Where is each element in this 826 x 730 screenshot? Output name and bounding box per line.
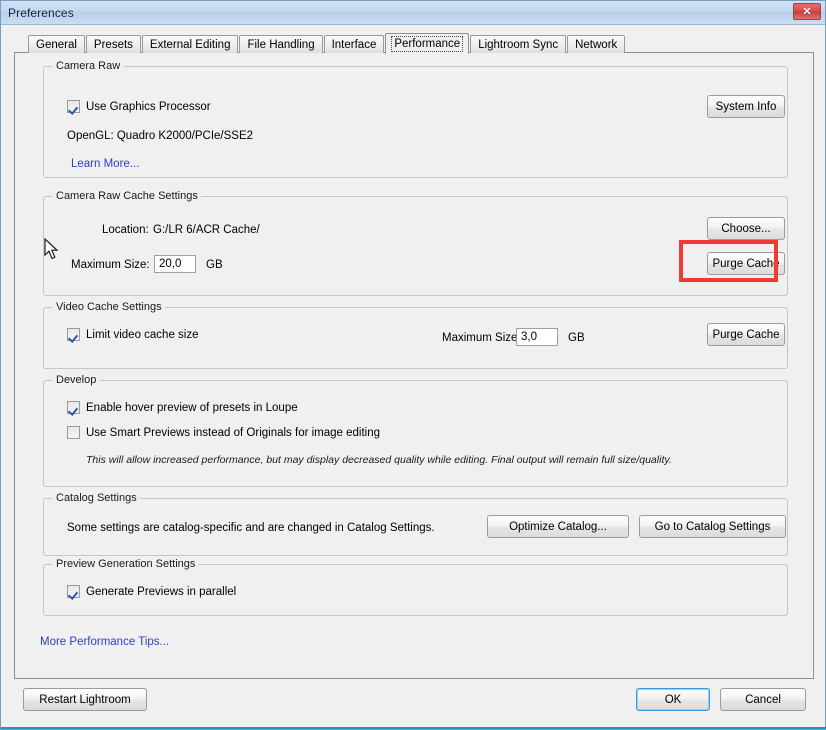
purge-cache-button-camera-raw[interactable]: Purge Cache (707, 252, 785, 275)
group-develop-legend: Develop (53, 374, 100, 386)
camera-raw-max-size-input[interactable]: 20,0 (154, 255, 196, 273)
group-camera-raw-cache-legend: Camera Raw Cache Settings (53, 190, 201, 202)
enable-hover-preview-checkbox[interactable]: Enable hover preview of presets in Loupe (67, 401, 298, 414)
checkbox-icon (67, 328, 80, 341)
group-camera-raw-cache: Camera Raw Cache Settings Location: G:/L… (43, 190, 788, 296)
performance-tab-panel: Camera Raw Use Graphics Processor OpenGL… (14, 52, 814, 679)
group-develop: Develop Enable hover preview of presets … (43, 374, 788, 487)
tab-lightroom-sync[interactable]: Lightroom Sync (470, 35, 567, 53)
camera-raw-max-size-label: Maximum Size: (71, 259, 150, 271)
tab-external-editing-label: External Editing (149, 38, 231, 51)
use-graphics-processor-checkbox[interactable]: Use Graphics Processor (67, 100, 211, 113)
window-title: Preferences (8, 5, 74, 20)
checkbox-icon (67, 401, 80, 414)
tab-file-handling-label: File Handling (247, 38, 315, 51)
choose-cache-location-button[interactable]: Choose... (707, 217, 785, 240)
group-catalog-settings-legend: Catalog Settings (53, 492, 140, 504)
tab-interface-label: Interface (331, 38, 377, 51)
use-smart-previews-label: Use Smart Previews instead of Originals … (86, 426, 381, 439)
go-to-catalog-settings-button[interactable]: Go to Catalog Settings (639, 515, 786, 538)
tab-external-editing[interactable]: External Editing (141, 35, 239, 53)
generate-previews-parallel-label: Generate Previews in parallel (86, 585, 237, 598)
use-smart-previews-checkbox[interactable]: Use Smart Previews instead of Originals … (67, 426, 380, 439)
video-max-size-unit: GB (568, 332, 585, 344)
group-preview-generation: Preview Generation Settings Generate Pre… (43, 558, 788, 616)
window-titlebar[interactable]: Preferences ✕ (1, 1, 825, 25)
camera-raw-max-size-unit: GB (206, 259, 223, 271)
tab-interface[interactable]: Interface (323, 35, 385, 53)
ok-button[interactable]: OK (636, 688, 710, 711)
tab-presets[interactable]: Presets (85, 35, 141, 53)
cache-location-value: G:/LR 6/ACR Cache/ (153, 224, 260, 236)
enable-hover-preview-label: Enable hover preview of presets in Loupe (86, 401, 298, 414)
checkbox-icon (67, 100, 80, 113)
limit-video-cache-size-label: Limit video cache size (86, 328, 199, 341)
tab-general-label: General (36, 38, 77, 51)
cancel-button[interactable]: Cancel (720, 688, 806, 711)
use-graphics-processor-label: Use Graphics Processor (86, 100, 211, 113)
purge-cache-button-video[interactable]: Purge Cache (707, 323, 785, 346)
generate-previews-parallel-checkbox[interactable]: Generate Previews in parallel (67, 585, 236, 598)
preferences-tabstrip: General Presets External Editing File Ha… (28, 33, 626, 54)
learn-more-link[interactable]: Learn More... (71, 158, 139, 170)
tab-presets-label: Presets (93, 38, 133, 51)
group-video-cache: Video Cache Settings Limit video cache s… (43, 301, 788, 369)
window-bottom-accent (1, 727, 826, 729)
smart-previews-hint: This will allow increased performance, b… (86, 454, 672, 466)
group-camera-raw: Camera Raw Use Graphics Processor OpenGL… (43, 60, 788, 178)
catalog-settings-description: Some settings are catalog-specific and a… (67, 522, 435, 534)
opengl-info-text: OpenGL: Quadro K2000/PCIe/SSE2 (67, 130, 254, 142)
tab-network-label: Network (575, 38, 618, 51)
tab-general[interactable]: General (28, 35, 85, 53)
group-camera-raw-legend: Camera Raw (53, 60, 124, 72)
tab-performance-label: Performance (391, 35, 464, 52)
video-max-size-input[interactable]: 3,0 (516, 328, 558, 346)
group-video-cache-legend: Video Cache Settings (53, 301, 165, 313)
cache-location-label: Location: (102, 224, 149, 236)
optimize-catalog-button[interactable]: Optimize Catalog... (487, 515, 629, 538)
group-preview-generation-legend: Preview Generation Settings (53, 558, 199, 570)
tab-performance[interactable]: Performance (385, 33, 470, 54)
video-max-size-label: Maximum Size: (442, 332, 521, 344)
system-info-button[interactable]: System Info (707, 95, 785, 118)
tab-file-handling[interactable]: File Handling (239, 35, 323, 53)
limit-video-cache-size-checkbox[interactable]: Limit video cache size (67, 328, 199, 341)
tab-lightroom-sync-label: Lightroom Sync (478, 38, 559, 51)
tab-network[interactable]: Network (567, 35, 626, 53)
checkbox-icon (67, 585, 80, 598)
preferences-window: Preferences ✕ General Presets External E… (0, 0, 826, 730)
checkbox-icon (67, 426, 80, 439)
close-icon[interactable]: ✕ (793, 3, 821, 20)
restart-lightroom-button[interactable]: Restart Lightroom (23, 688, 147, 711)
more-performance-tips-link[interactable]: More Performance Tips... (40, 636, 169, 648)
group-catalog-settings: Catalog Settings Some settings are catal… (43, 492, 788, 556)
